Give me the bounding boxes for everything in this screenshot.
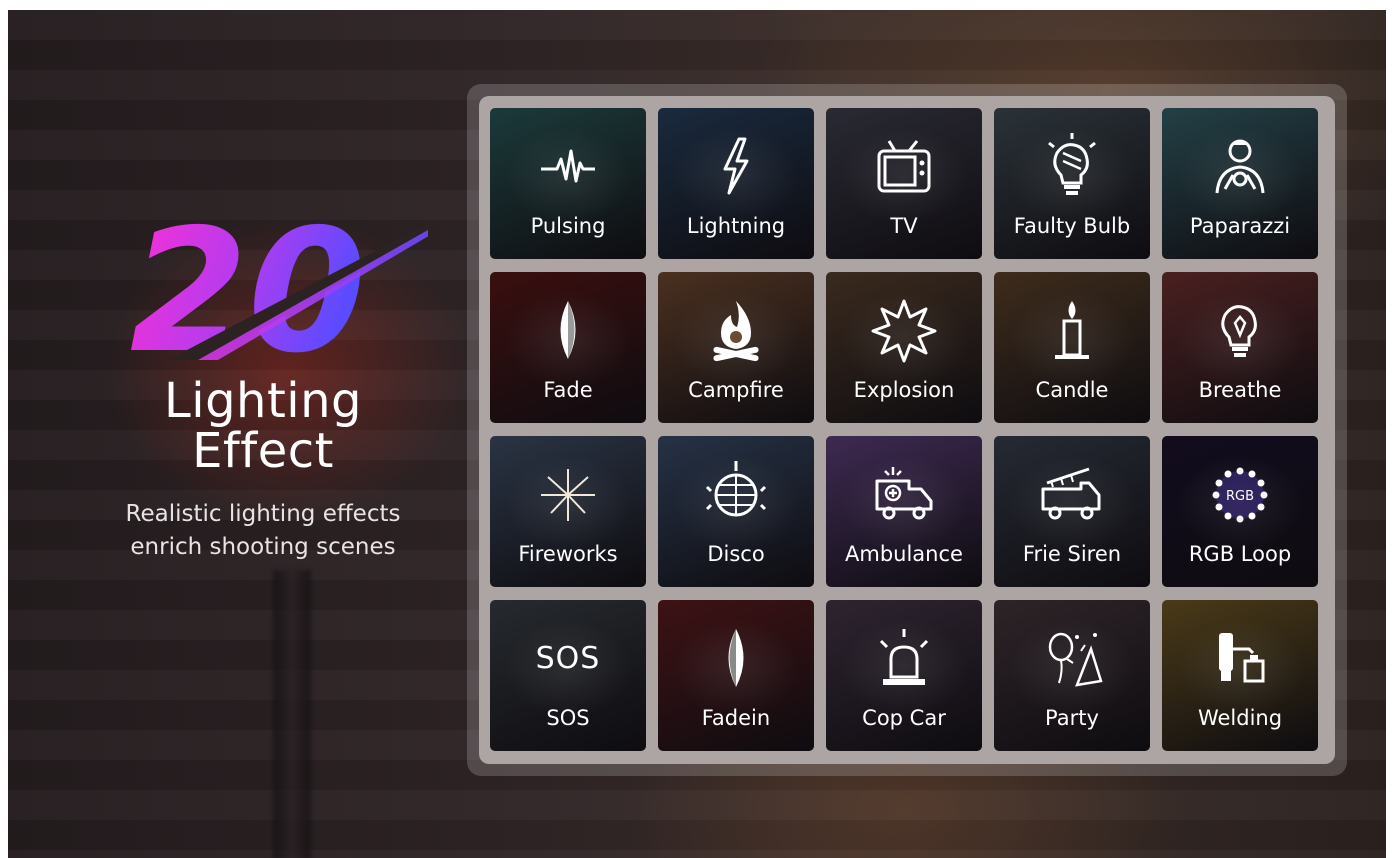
big-number-20: 20 [98,193,442,391]
effect-label: Lightning [686,214,786,238]
effect-label: Fireworks [518,542,618,566]
effect-label: Faulty Bulb [1013,214,1131,238]
siren-icon [826,622,982,694]
effect-tile-fade[interactable]: Fade [490,272,646,423]
effect-label: Fadein [701,706,771,730]
fadein-icon [658,622,814,694]
effect-tile-candle[interactable]: Candle [994,272,1150,423]
candle-icon-graphic [1055,301,1089,359]
hero-subtitle-line1: Realistic lighting effects [125,501,401,527]
fireworks-icon [490,458,646,530]
rgb-loop-icon-graphic: RGB [1212,467,1268,523]
effect-label: Fade [543,378,593,402]
campfire-icon-graphic [713,301,759,362]
breathe-bulb-icon-graphic [1221,305,1257,357]
party-icon-graphic [1048,632,1103,687]
candle-icon [994,294,1150,366]
effect-tile-party[interactable]: Party [994,600,1150,751]
lightning-icon-graphic [723,137,749,195]
hero-title-line1: Lighting [163,373,362,429]
effect-label: Frie Siren [1022,542,1122,566]
lightning-icon [658,130,814,202]
effect-label: Explosion [853,378,955,402]
hero-subtitle: Realistic lighting effects enrich shooti… [68,498,458,564]
effects-grid: Pulsing Lightning TV Faulty Bulb Paparazzi Fa… [490,108,1320,754]
disco-ball-icon [658,458,814,530]
explosion-icon-graphic [871,299,937,363]
rgb-loop-icon: RGB [1162,458,1318,530]
pulse-icon-graphic [541,149,595,183]
effect-tile-tv[interactable]: TV [826,108,982,259]
effect-tile-cop-car[interactable]: Cop Car [826,600,982,751]
fade-icon [490,294,646,366]
pulse-icon [490,130,646,202]
effect-tile-disco[interactable]: Disco [658,436,814,587]
fire-truck-icon-graphic [1041,467,1101,520]
effect-label: Disco [707,542,765,566]
effect-tile-ambulance[interactable]: Ambulance [826,436,982,587]
welding-icon-graphic [1219,633,1265,683]
effect-label: Welding [1197,706,1283,730]
effect-label: RGB Loop [1188,542,1292,566]
party-icon [994,622,1150,694]
ambulance-icon [826,458,982,530]
light-stand [273,570,311,858]
effect-label: TV [890,214,918,238]
effect-label: SOS [546,706,590,730]
fire-truck-icon [994,458,1150,530]
number-graphic: 20 [130,193,442,391]
effect-label: Breathe [1198,378,1282,402]
faulty-bulb-icon [994,130,1150,202]
effect-tile-campfire[interactable]: Campfire [658,272,814,423]
effect-label: Paparazzi [1189,214,1291,238]
paparazzi-icon [1162,130,1318,202]
effect-tile-sos[interactable]: SOS SOS [490,600,646,751]
effect-tile-lightning[interactable]: Lightning [658,108,814,259]
hero-subtitle-line2: enrich shooting scenes [130,534,396,560]
effect-tile-breathe[interactable]: Breathe [1162,272,1318,423]
effect-tile-faulty-bulb[interactable]: Faulty Bulb [994,108,1150,259]
effect-tile-welding[interactable]: Welding [1162,600,1318,751]
hero-title: Lighting Effect [68,376,458,476]
paparazzi-icon-graphic [1215,139,1265,194]
effect-label: Campfire [688,378,784,402]
campfire-icon [658,294,814,366]
rgb-icon-text: RGB [1226,489,1254,504]
effect-label: Party [1045,706,1099,730]
fadein-icon-graphic [728,629,744,687]
faulty-bulb-icon-graphic [1048,133,1096,195]
hero-block: 20 Lighting Effect Realistic lighting ef… [68,193,458,564]
fireworks-icon-graphic [541,469,595,521]
effect-tile-frie-siren[interactable]: Frie Siren [994,436,1150,587]
ambulance-icon-graphic [875,467,933,520]
welding-icon [1162,622,1318,694]
effect-tile-rgb-loop[interactable]: RGB RGB Loop [1162,436,1318,587]
sos-icon: SOS [490,622,646,694]
tv-icon-graphic [877,140,931,193]
effect-label: Ambulance [845,542,963,566]
effect-tile-fireworks[interactable]: Fireworks [490,436,646,587]
fade-icon-graphic [560,301,576,359]
tv-icon [826,130,982,202]
explosion-icon [826,294,982,366]
effect-tile-fadein[interactable]: Fadein [658,600,814,751]
disco-ball-icon-graphic [705,461,767,517]
breathe-bulb-icon [1162,294,1318,366]
effect-tile-paparazzi[interactable]: Paparazzi [1162,108,1318,259]
effect-label: Candle [1035,378,1109,402]
siren-icon-graphic [879,629,929,685]
effect-tile-pulsing[interactable]: Pulsing [490,108,646,259]
effect-label: Pulsing [530,214,606,238]
sos-icon-text: SOS [535,640,601,676]
effect-label: Cop Car [862,706,946,730]
hero-title-line2: Effect [192,423,334,479]
effect-tile-explosion[interactable]: Explosion [826,272,982,423]
